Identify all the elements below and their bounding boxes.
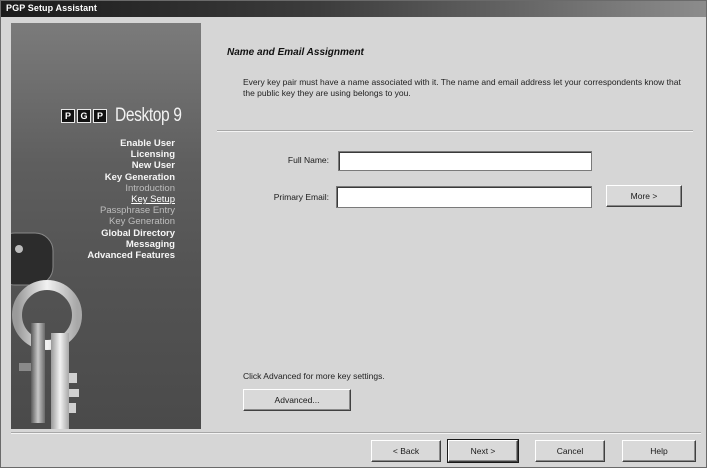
title-bar[interactable]: PGP Setup Assistant: [1, 1, 706, 17]
advanced-note: Click Advanced for more key settings.: [243, 371, 385, 381]
page-description: Every key pair must have a name associat…: [243, 77, 681, 98]
more-button-label: More >: [630, 191, 658, 201]
cancel-button[interactable]: Cancel: [535, 440, 605, 462]
window-title: PGP Setup Assistant: [6, 3, 97, 13]
primary-email-label: Primary Email:: [273, 192, 329, 202]
advanced-button-label: Advanced...: [274, 395, 320, 405]
footer-divider: [11, 432, 701, 434]
advanced-button[interactable]: Advanced...: [243, 389, 351, 411]
wizard-steps-list: Enable User Licensing New User Key Gener…: [87, 138, 175, 261]
help-button-label: Help: [650, 446, 668, 456]
more-button[interactable]: More >: [606, 185, 682, 207]
primary-email-input[interactable]: [336, 186, 592, 208]
next-button-label: Next >: [470, 446, 496, 456]
wizard-step: Key Generation: [104, 171, 175, 183]
setup-assistant-window: PGP Setup Assistant P G P Desktop 9 Enab…: [0, 0, 707, 468]
wizard-step: Key Generation: [108, 216, 175, 228]
wizard-step: Passphrase Entry: [100, 205, 175, 217]
wizard-step: Introduction: [125, 182, 175, 194]
full-name-input[interactable]: [338, 151, 592, 171]
back-button[interactable]: < Back: [371, 440, 441, 462]
full-name-label: Full Name:: [287, 155, 329, 165]
wizard-step: New User: [131, 160, 175, 172]
wizard-side-panel: P G P Desktop 9 Enable User Licensing Ne…: [11, 23, 201, 429]
wizard-step: Enable User: [120, 138, 175, 149]
wizard-step: Advanced Features: [87, 250, 175, 262]
help-button[interactable]: Help: [622, 440, 696, 462]
next-button[interactable]: Next >: [447, 439, 519, 463]
wizard-step: Messaging: [125, 238, 175, 250]
wizard-step-current: Key Setup: [131, 194, 175, 206]
page-heading: Name and Email Assignment: [227, 47, 364, 58]
header-divider: [217, 130, 693, 132]
back-button-label: < Back: [392, 446, 420, 456]
wizard-step: Global Directory: [101, 227, 175, 239]
cancel-button-label: Cancel: [556, 446, 584, 456]
wizard-step: Licensing: [130, 149, 175, 161]
